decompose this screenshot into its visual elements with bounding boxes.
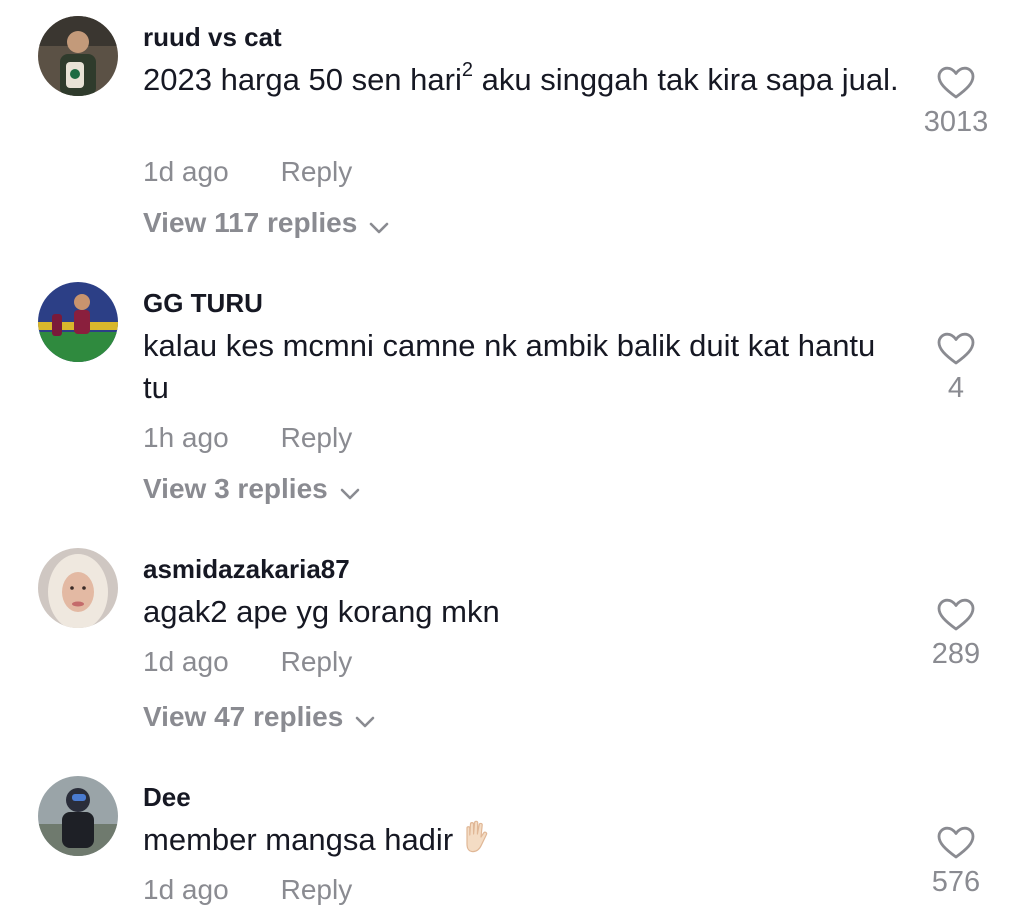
avatar-photo-icon bbox=[38, 776, 118, 856]
like-control: 3013 bbox=[896, 66, 1016, 139]
timestamp: 1d ago bbox=[143, 874, 229, 905]
comment-text-part: member mangsa hadir bbox=[143, 822, 454, 857]
username[interactable]: ruud vs cat bbox=[143, 22, 282, 53]
username[interactable]: GG TURU bbox=[143, 288, 263, 319]
comment-text: agak2 ape yg korang mkn bbox=[143, 594, 500, 629]
comment-meta: 1h ago Reply bbox=[143, 422, 352, 454]
comment-text-part: aku singgah tak kira sapa jual. bbox=[472, 62, 899, 97]
raised-hand-emoji bbox=[461, 820, 491, 865]
avatar-photo-icon bbox=[38, 282, 118, 362]
reply-button[interactable]: Reply bbox=[281, 422, 353, 453]
avatar[interactable] bbox=[38, 282, 118, 362]
like-control: 289 bbox=[896, 598, 1016, 671]
like-count: 3013 bbox=[923, 106, 989, 138]
reply-button[interactable]: Reply bbox=[281, 646, 353, 677]
avatar[interactable] bbox=[38, 16, 118, 96]
like-count: 576 bbox=[931, 866, 981, 898]
heart-outline-icon[interactable] bbox=[937, 332, 975, 366]
comment-item: GG TURU kalau kes mcmni camne nk ambik b… bbox=[0, 266, 1028, 526]
view-replies-button[interactable]: View 117 replies bbox=[143, 207, 389, 241]
comment-meta: 1d ago Reply bbox=[143, 156, 352, 188]
reply-button[interactable]: Reply bbox=[281, 874, 353, 905]
heart-outline-icon[interactable] bbox=[937, 66, 975, 100]
heart-outline-icon[interactable] bbox=[937, 598, 975, 632]
timestamp: 1d ago bbox=[143, 156, 229, 187]
comment-text: kalau kes mcmni camne nk ambik balik dui… bbox=[143, 328, 876, 405]
superscript: 2 bbox=[461, 58, 473, 81]
username[interactable]: Dee bbox=[143, 782, 191, 813]
view-replies-label: View 47 replies bbox=[143, 701, 344, 732]
username[interactable]: asmidazakaria87 bbox=[143, 554, 350, 585]
comment-text: member mangsa hadir bbox=[143, 819, 903, 865]
view-replies-label: View 117 replies bbox=[143, 207, 358, 238]
view-replies-button[interactable]: View 3 replies bbox=[143, 473, 360, 507]
comment-text: 2023 harga 50 sen hari2 aku singgah tak … bbox=[143, 59, 903, 101]
comment-meta: 1d ago Reply bbox=[143, 874, 352, 906]
chevron-down-icon bbox=[369, 209, 389, 241]
chevron-down-icon bbox=[355, 703, 375, 735]
avatar[interactable] bbox=[38, 776, 118, 856]
like-count: 4 bbox=[947, 372, 965, 404]
reply-button[interactable]: Reply bbox=[281, 156, 353, 187]
comment-text-part: 2023 harga 50 sen hari bbox=[143, 62, 462, 97]
avatar[interactable] bbox=[38, 548, 118, 628]
view-replies-label: View 3 replies bbox=[143, 473, 328, 504]
comment-item: Dee member mangsa hadir 1d ago Reply 576 bbox=[0, 760, 1028, 920]
comment-meta: 1d ago Reply bbox=[143, 646, 352, 678]
comment-item: asmidazakaria87 agak2 ape yg korang mkn … bbox=[0, 532, 1028, 752]
comment-item: ruud vs cat 2023 harga 50 sen hari2 aku … bbox=[0, 0, 1028, 260]
timestamp: 1d ago bbox=[143, 646, 229, 677]
like-control: 576 bbox=[896, 826, 1016, 899]
heart-outline-icon[interactable] bbox=[937, 826, 975, 860]
avatar-photo-icon bbox=[38, 16, 118, 96]
like-control: 4 bbox=[896, 332, 1016, 405]
avatar-photo-icon bbox=[38, 548, 118, 628]
timestamp: 1h ago bbox=[143, 422, 229, 453]
chevron-down-icon bbox=[340, 475, 360, 507]
like-count: 289 bbox=[931, 638, 981, 670]
view-replies-button[interactable]: View 47 replies bbox=[143, 701, 375, 735]
